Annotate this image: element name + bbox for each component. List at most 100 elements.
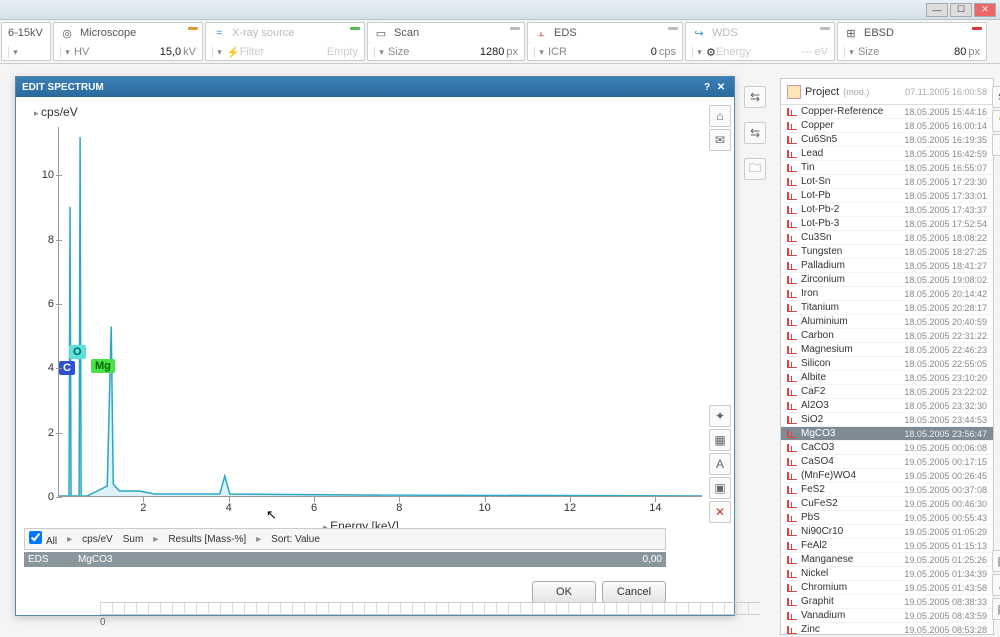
- project-item[interactable]: Cu6Sn518.05.2005 16:19:35: [781, 133, 993, 147]
- chevron-down-icon[interactable]: ▾: [374, 47, 388, 58]
- param-value[interactable]: Empty: [327, 46, 358, 58]
- param-value[interactable]: 80: [954, 46, 966, 58]
- dialog-titlebar[interactable]: EDIT SPECTRUM ? ✕: [16, 77, 734, 97]
- text-a-icon[interactable]: A: [709, 453, 731, 475]
- result-row[interactable]: EDS MgCO3 0,00: [24, 552, 666, 567]
- project-item[interactable]: SiO218.05.2005 23:44:53: [781, 413, 993, 427]
- project-item[interactable]: Lot-Sn18.05.2005 17:23:30: [781, 175, 993, 189]
- swap-icon[interactable]: ⇆: [992, 86, 1000, 108]
- cancel-button[interactable]: Cancel: [602, 581, 666, 603]
- project-item[interactable]: FeS219.05.2005 00:37:08: [781, 483, 993, 497]
- dialog-close-icon[interactable]: ✕: [714, 82, 728, 93]
- folder-icon[interactable]: 🗀: [744, 158, 766, 180]
- project-item[interactable]: Chromium19.05.2005 01:43:58: [781, 581, 993, 595]
- project-item[interactable]: Tin18.05.2005 16:55:07: [781, 161, 993, 175]
- project-item[interactable]: Nickel19.05.2005 01:34:39: [781, 567, 993, 581]
- project-item[interactable]: Magnesium18.05.2005 22:46:23: [781, 343, 993, 357]
- chevron-down-icon[interactable]: ▾: [534, 47, 548, 58]
- project-header[interactable]: Project (mod.) 07.11.2005 16:00:58: [781, 79, 993, 105]
- chevron-down-icon[interactable]: ▾: [692, 47, 706, 58]
- project-item[interactable]: MgCO318.05.2005 23:56:47: [781, 427, 993, 441]
- project-item[interactable]: Lot-Pb18.05.2005 17:33:01: [781, 189, 993, 203]
- swap-icon[interactable]: ⇆: [744, 86, 766, 108]
- chart-icon[interactable]: ▤: [992, 598, 1000, 620]
- close-button[interactable]: ✕: [974, 3, 996, 17]
- project-item[interactable]: FeAl219.05.2005 01:15:13: [781, 539, 993, 553]
- item-timestamp: 18.05.2005 20:28:17: [904, 303, 987, 313]
- home-icon[interactable]: ⌂: [709, 105, 731, 127]
- spectrum-icon: [787, 612, 797, 620]
- spectrum-icon: [787, 192, 797, 200]
- chevron-down-icon[interactable]: ▾: [60, 47, 74, 58]
- param-value[interactable]: 15,0: [160, 46, 181, 58]
- project-item[interactable]: Aluminium18.05.2005 20:40:59: [781, 315, 993, 329]
- project-item[interactable]: Zinc19.05.2005 08:53:28: [781, 623, 993, 634]
- project-item[interactable]: Tungsten18.05.2005 18:27:25: [781, 245, 993, 259]
- project-item[interactable]: Vanadium19.05.2005 08:43:59: [781, 609, 993, 623]
- maximize-button[interactable]: ☐: [950, 3, 972, 17]
- project-item[interactable]: Lot-Pb-218.05.2005 17:43:37: [781, 203, 993, 217]
- delete-icon[interactable]: ✕: [709, 501, 731, 523]
- item-timestamp: 18.05.2005 17:33:01: [904, 191, 987, 201]
- mail-icon[interactable]: ✉: [709, 129, 731, 151]
- project-item[interactable]: Palladium18.05.2005 18:41:27: [781, 259, 993, 273]
- peak-label-o[interactable]: O: [69, 345, 86, 359]
- project-item[interactable]: Al2O318.05.2005 23:32:30: [781, 399, 993, 413]
- project-item[interactable]: Lot-Pb-318.05.2005 17:52:54: [781, 217, 993, 231]
- spectrum-icon: [787, 276, 797, 284]
- item-name: Aluminium: [801, 316, 904, 327]
- project-item[interactable]: CaF218.05.2005 23:22:02: [781, 385, 993, 399]
- item-timestamp: 18.05.2005 23:10:20: [904, 373, 987, 383]
- swap-icon[interactable]: ⇆: [744, 122, 766, 144]
- col-cpsev[interactable]: cps/eV: [82, 534, 113, 545]
- spectrum-icon: [787, 444, 797, 452]
- chevron-down-icon[interactable]: ▾: [8, 47, 22, 58]
- spectrum-plot[interactable]: cps/eV C O Mg 0246810 2468101214 Energy …: [16, 97, 706, 615]
- project-item[interactable]: (MnFe)WO419.05.2005 00:26:45: [781, 469, 993, 483]
- project-item[interactable]: Cu3Sn18.05.2005 18:08:22: [781, 231, 993, 245]
- project-item[interactable]: Albite18.05.2005 23:10:20: [781, 371, 993, 385]
- project-item[interactable]: PbS19.05.2005 00:55:43: [781, 511, 993, 525]
- periodic-icon[interactable]: ▦: [992, 550, 1000, 572]
- dialog-help-icon[interactable]: ?: [700, 82, 714, 93]
- periodic-icon[interactable]: ▦: [709, 429, 731, 451]
- delete-icon[interactable]: ✕: [992, 134, 1000, 156]
- project-item[interactable]: Copper18.05.2005 16:00:14: [781, 119, 993, 133]
- item-timestamp: 18.05.2005 20:40:59: [904, 317, 987, 327]
- project-item[interactable]: Silicon18.05.2005 22:55:05: [781, 357, 993, 371]
- col-sum[interactable]: Sum: [123, 534, 144, 545]
- element-tool-icon[interactable]: ▣: [709, 477, 731, 499]
- project-item[interactable]: CaSO419.05.2005 00:17:15: [781, 455, 993, 469]
- chevron-down-icon[interactable]: ▾: [212, 47, 226, 58]
- project-item[interactable]: Ni90Cr1019.05.2005 01:05:29: [781, 525, 993, 539]
- project-item[interactable]: Zirconium18.05.2005 19:08:02: [781, 273, 993, 287]
- wand-icon[interactable]: ✦: [709, 405, 731, 427]
- plot-canvas[interactable]: C O Mg: [58, 127, 702, 497]
- project-item[interactable]: CaCO319.05.2005 00:06:08: [781, 441, 993, 455]
- text-a-icon[interactable]: A: [992, 574, 1000, 596]
- col-results[interactable]: Results [Mass-%]: [168, 534, 246, 545]
- spectrum-trace: [59, 127, 702, 496]
- all-checkbox[interactable]: All: [29, 531, 57, 547]
- project-item[interactable]: Graphit19.05.2005 08:38:33: [781, 595, 993, 609]
- col-sort[interactable]: Sort: Value: [271, 534, 320, 545]
- gear-icon[interactable]: ⚙: [706, 46, 716, 59]
- project-item[interactable]: Manganese19.05.2005 01:25:26: [781, 553, 993, 567]
- minimize-button[interactable]: —: [926, 3, 948, 17]
- project-item[interactable]: Titanium18.05.2005 20:28:17: [781, 301, 993, 315]
- voltage-range[interactable]: 6-15kV: [2, 23, 50, 43]
- project-item[interactable]: Iron18.05.2005 20:14:42: [781, 287, 993, 301]
- project-item[interactable]: Carbon18.05.2005 22:31:22: [781, 329, 993, 343]
- project-item[interactable]: CuFeS219.05.2005 00:46:30: [781, 497, 993, 511]
- chevron-down-icon[interactable]: ▾: [844, 47, 858, 58]
- project-item[interactable]: Lead18.05.2005 16:42:59: [781, 147, 993, 161]
- ok-button[interactable]: OK: [532, 581, 596, 603]
- peak-label-mg[interactable]: Mg: [91, 359, 115, 373]
- project-list[interactable]: Copper-Reference18.05.2005 15:44:16Coppe…: [781, 105, 993, 634]
- project-item[interactable]: Copper-Reference18.05.2005 15:44:16: [781, 105, 993, 119]
- spectrum-icon: [787, 290, 797, 298]
- edit-icon[interactable]: ✎: [992, 110, 1000, 132]
- param-value[interactable]: 0: [651, 46, 657, 58]
- param-value[interactable]: ---: [802, 46, 813, 58]
- param-value[interactable]: 1280: [480, 46, 504, 58]
